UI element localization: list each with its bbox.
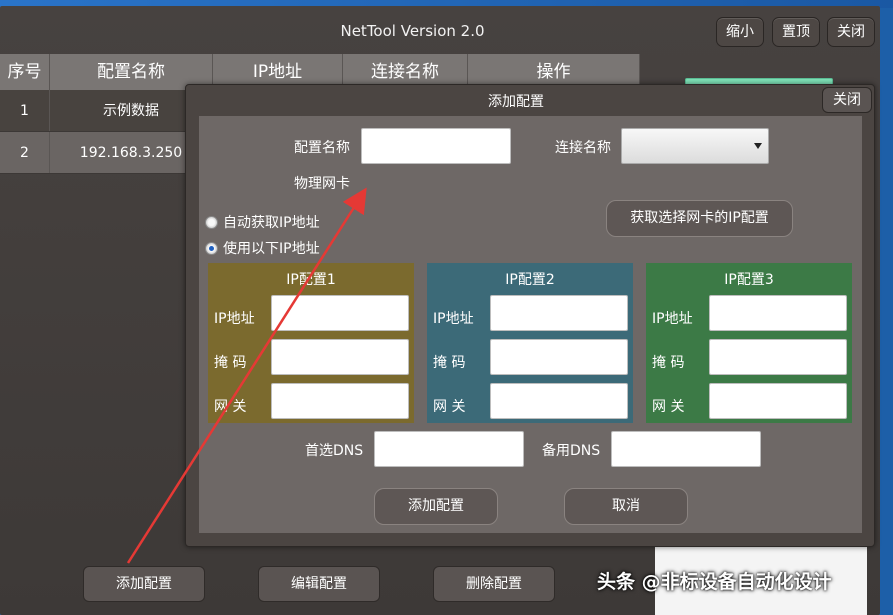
gateway-label: 网 关 — [433, 399, 466, 415]
dns-secondary-input[interactable] — [611, 431, 761, 467]
dialog-title: 添加配置 — [488, 94, 544, 110]
radio-auto-icon[interactable] — [205, 215, 218, 229]
gateway-label: 网 关 — [652, 399, 685, 415]
subnet-mask-input[interactable] — [490, 339, 628, 375]
config-name-label: 配置名称 — [294, 140, 350, 156]
subnet-mask-input[interactable] — [709, 339, 847, 375]
subnet-mask-label: 掩 码 — [433, 355, 466, 371]
dns-primary-label: 首选DNS — [305, 443, 364, 459]
ip-address-input[interactable] — [271, 295, 409, 331]
get-nic-config-button[interactable]: 获取选择网卡的IP配置 — [606, 200, 793, 237]
watermark: 头条 @非标设备自动化设计 — [597, 571, 832, 593]
dns-primary-input[interactable] — [374, 431, 524, 467]
ip-panel-title: IP配置3 — [724, 272, 774, 288]
ip-panel-title: IP配置1 — [286, 272, 336, 288]
edit-config-button[interactable]: 编辑配置 — [258, 566, 380, 602]
delete-config-button[interactable]: 删除配置 — [433, 566, 555, 602]
radio-manual-icon[interactable] — [205, 241, 218, 255]
ip-config-panel-3: IP配置3 IP地址 掩 码 网 关 — [646, 263, 852, 423]
ip-panel-title: IP配置2 — [505, 272, 555, 288]
ip-config-panel-1: IP配置1 IP地址 掩 码 网 关 — [208, 263, 414, 423]
radio-auto-ip[interactable]: 自动获取IP地址 — [205, 212, 320, 232]
connection-name-select[interactable] — [621, 128, 769, 164]
chevron-down-icon — [754, 143, 762, 149]
config-name-input[interactable] — [361, 128, 511, 164]
subnet-mask-label: 掩 码 — [214, 355, 247, 371]
add-config-dialog: 添加配置 关闭 配置名称 连接名称 物理网卡 自动获取IP地址 使用以下IP地址… — [185, 84, 875, 547]
ip-config-panel-2: IP配置2 IP地址 掩 码 网 关 — [427, 263, 633, 423]
gateway-input[interactable] — [490, 383, 628, 419]
ip-address-input[interactable] — [490, 295, 628, 331]
ip-address-label: IP地址 — [652, 311, 693, 327]
ip-address-label: IP地址 — [433, 311, 474, 327]
radio-manual-label: 使用以下IP地址 — [223, 241, 320, 257]
radio-manual-ip[interactable]: 使用以下IP地址 — [205, 238, 320, 258]
nic-label: 物理网卡 — [294, 176, 350, 192]
gateway-label: 网 关 — [214, 399, 247, 415]
header-index[interactable]: 序号 — [0, 54, 50, 90]
close-window-button[interactable]: 关闭 — [827, 17, 875, 47]
dns-secondary-label: 备用DNS — [542, 443, 601, 459]
dialog-body: 配置名称 连接名称 物理网卡 自动获取IP地址 使用以下IP地址 获取选择网卡的… — [199, 116, 862, 533]
window-title: NetTool Version 2.0 — [340, 22, 485, 40]
cell-index: 2 — [0, 132, 50, 173]
dialog-close-button[interactable]: 关闭 — [822, 87, 872, 113]
subnet-mask-label: 掩 码 — [652, 355, 685, 371]
dialog-cancel-button[interactable]: 取消 — [564, 488, 688, 525]
cell-index: 1 — [0, 90, 50, 131]
ip-address-input[interactable] — [709, 295, 847, 331]
gateway-input[interactable] — [709, 383, 847, 419]
connection-name-label: 连接名称 — [555, 140, 611, 156]
add-config-button[interactable]: 添加配置 — [83, 566, 205, 602]
gateway-input[interactable] — [271, 383, 409, 419]
minimize-button[interactable]: 缩小 — [716, 17, 764, 47]
radio-auto-label: 自动获取IP地址 — [223, 215, 320, 231]
subnet-mask-input[interactable] — [271, 339, 409, 375]
ip-address-label: IP地址 — [214, 311, 255, 327]
dialog-add-button[interactable]: 添加配置 — [374, 488, 498, 525]
pin-top-button[interactable]: 置顶 — [772, 17, 820, 47]
